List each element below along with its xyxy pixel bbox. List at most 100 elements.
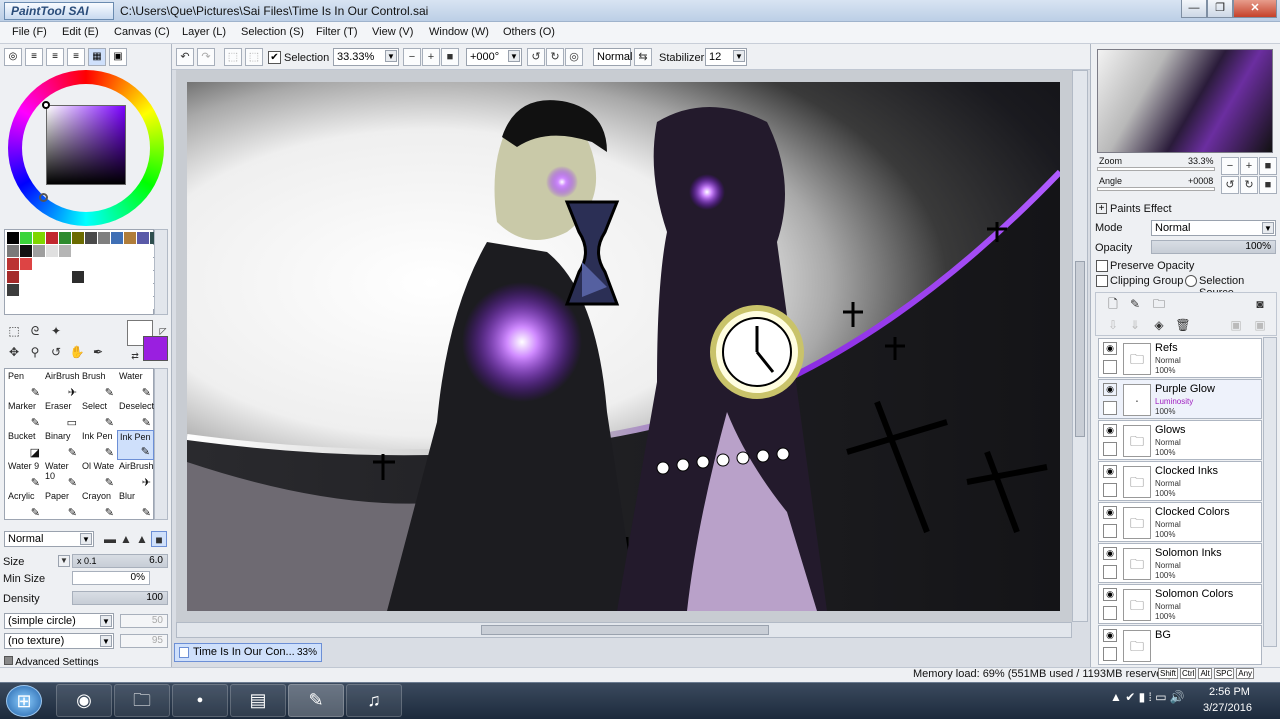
vertical-scroll-thumb[interactable] bbox=[1075, 261, 1085, 437]
new-layer-icon[interactable]: 🗋 bbox=[1105, 296, 1121, 312]
layer-lock-checkbox[interactable] bbox=[1103, 360, 1117, 374]
brush-slot[interactable]: AirBrush ✈ bbox=[117, 460, 154, 490]
apply-mask-icon[interactable]: ▣ bbox=[1228, 317, 1244, 333]
color-swatch[interactable] bbox=[124, 284, 136, 296]
color-swatch[interactable] bbox=[72, 284, 84, 296]
layer-opacity-slider[interactable]: 100% bbox=[1151, 240, 1276, 254]
brush-slot[interactable]: Eraser ▭ bbox=[43, 400, 80, 430]
color-swatch[interactable] bbox=[137, 271, 149, 283]
color-swatch[interactable] bbox=[7, 271, 19, 283]
eye-icon[interactable]: ◉ bbox=[1103, 629, 1117, 642]
joinme-taskbar-icon[interactable]: ● bbox=[172, 684, 228, 717]
brush-slot[interactable]: Acrylic ✎ bbox=[6, 490, 43, 520]
nav-rotate-reset-icon[interactable]: ■ bbox=[1259, 176, 1277, 194]
color-swatch[interactable] bbox=[72, 271, 84, 283]
zoom-dropdown[interactable]: 33.33% ▼ bbox=[333, 48, 399, 66]
new-linework-layer-icon[interactable]: ✎ bbox=[1127, 296, 1143, 312]
color-swatch[interactable] bbox=[124, 297, 136, 309]
brush-slot[interactable]: Water 9 ✎ bbox=[6, 460, 43, 490]
eyedropper-icon[interactable]: ✒ bbox=[90, 344, 106, 360]
eye-icon[interactable]: ◉ bbox=[1103, 547, 1117, 560]
color-swatch[interactable] bbox=[124, 232, 136, 244]
layer-lock-checkbox[interactable] bbox=[1103, 647, 1117, 661]
menu-canvas[interactable]: Canvas (C) bbox=[114, 26, 170, 38]
color-swatch[interactable] bbox=[111, 297, 123, 309]
color-swatch[interactable] bbox=[20, 232, 32, 244]
layer-item[interactable]: ◉ 🗀 Clocked Inks Normal 100% bbox=[1098, 461, 1262, 501]
color-swatch[interactable] bbox=[137, 258, 149, 270]
rgb-slider-tab-icon[interactable]: ≡ bbox=[25, 48, 43, 66]
texture-strength-slider[interactable]: 95 bbox=[120, 634, 168, 648]
nav-rotate-left-icon[interactable]: ↺ bbox=[1221, 176, 1239, 194]
start-button[interactable]: ⊞ bbox=[6, 685, 42, 717]
brush-shape-square-icon[interactable]: ■ bbox=[151, 531, 167, 547]
color-swatch[interactable] bbox=[72, 258, 84, 270]
rotate-right-icon[interactable]: ↻ bbox=[546, 48, 564, 66]
color-swatch[interactable] bbox=[124, 258, 136, 270]
magic-wand-icon[interactable]: ✦ bbox=[48, 323, 64, 339]
scratchpad-tab-icon[interactable]: ▣ bbox=[109, 48, 127, 66]
brush-shape-flat-icon[interactable]: ▬ bbox=[102, 531, 118, 547]
saturation-value-square[interactable] bbox=[46, 105, 126, 185]
transparent-color-icon[interactable]: ◸ bbox=[155, 323, 171, 339]
color-swatch[interactable] bbox=[20, 297, 32, 309]
color-swatch[interactable] bbox=[46, 258, 58, 270]
merge-down-icon[interactable]: ⇓ bbox=[1127, 317, 1143, 333]
nav-zoom-in-icon[interactable]: + bbox=[1240, 157, 1258, 175]
color-swatch[interactable] bbox=[46, 271, 58, 283]
layer-item[interactable]: ◉ 🗀 Solomon Inks Normal 100% bbox=[1098, 543, 1262, 583]
color-swatch[interactable] bbox=[20, 271, 32, 283]
swatch-scrollbar[interactable] bbox=[154, 229, 168, 315]
brush-shape-bell-icon[interactable]: ▲ bbox=[134, 531, 150, 547]
tray-icons[interactable]: ▲ ✔ ▮ ⁞ ▭ 🔊 bbox=[1110, 690, 1185, 704]
rotate-icon[interactable]: ↺ bbox=[48, 344, 64, 360]
layer-item[interactable]: ◉ 🗀 Solomon Colors Normal 100% bbox=[1098, 584, 1262, 624]
eye-icon[interactable]: ◉ bbox=[1103, 588, 1117, 601]
swatch-tab-icon[interactable]: ▦ bbox=[88, 48, 106, 66]
undo-icon[interactable]: ↶ bbox=[176, 48, 194, 66]
color-swatch[interactable] bbox=[20, 284, 32, 296]
color-swatch[interactable] bbox=[59, 284, 71, 296]
color-swatch[interactable] bbox=[98, 297, 110, 309]
selection-checkbox[interactable]: ✔ bbox=[268, 51, 281, 64]
color-swatch[interactable] bbox=[85, 258, 97, 270]
brush-slot[interactable]: Water ✎ bbox=[117, 370, 154, 400]
navigator-preview[interactable] bbox=[1097, 49, 1273, 153]
mixer-tab-icon[interactable]: ≡ bbox=[67, 48, 85, 66]
color-swatch[interactable] bbox=[137, 232, 149, 244]
nav-angle-slider[interactable] bbox=[1097, 187, 1215, 191]
layer-item[interactable]: ◉ 🗀 Glows Normal 100% bbox=[1098, 420, 1262, 460]
color-swatch[interactable] bbox=[98, 245, 110, 257]
brush-slot[interactable]: Ol Wate ✎ bbox=[80, 460, 117, 490]
eye-icon[interactable]: ◉ bbox=[1103, 506, 1117, 519]
itunes-taskbar-icon[interactable]: ♫ bbox=[346, 684, 402, 717]
zoom-out-icon[interactable]: − bbox=[403, 48, 421, 66]
layer-item[interactable]: ◉ 🗀 Refs Normal 100% bbox=[1098, 338, 1262, 378]
color-swatch[interactable] bbox=[98, 271, 110, 283]
color-swatch[interactable] bbox=[46, 284, 58, 296]
color-wheel-tab-icon[interactable]: ◎ bbox=[4, 48, 22, 66]
menu-edit[interactable]: Edit (E) bbox=[62, 26, 99, 38]
color-swatch[interactable] bbox=[7, 297, 19, 309]
color-swatch[interactable] bbox=[124, 245, 136, 257]
texture-dropdown[interactable]: (no texture) ▼ bbox=[4, 633, 114, 649]
size-slider[interactable]: x 0.1 6.0 bbox=[72, 554, 168, 568]
menu-selection[interactable]: Selection (S) bbox=[241, 26, 304, 38]
zoom-icon[interactable]: ⚲ bbox=[27, 344, 43, 360]
document-tab[interactable]: Time Is In Our Con... 33% bbox=[174, 643, 322, 662]
layer-lock-checkbox[interactable] bbox=[1103, 442, 1117, 456]
menu-view[interactable]: View (V) bbox=[372, 26, 413, 38]
brush-slot[interactable]: Marker ✎ bbox=[6, 400, 43, 430]
color-swatch[interactable] bbox=[111, 284, 123, 296]
rotation-dropdown[interactable]: +000° ▼ bbox=[466, 48, 522, 66]
brush-slot[interactable]: Bucket ◪ bbox=[6, 430, 43, 460]
brush-slot[interactable]: AirBrush ✈ bbox=[43, 370, 80, 400]
color-swatch[interactable] bbox=[46, 297, 58, 309]
color-swatch[interactable] bbox=[59, 232, 71, 244]
color-swatch[interactable] bbox=[85, 271, 97, 283]
color-swatch[interactable] bbox=[111, 232, 123, 244]
color-swatch[interactable] bbox=[137, 284, 149, 296]
redo-icon[interactable]: ↷ bbox=[197, 48, 215, 66]
horizontal-scroll-thumb[interactable] bbox=[481, 625, 769, 635]
color-swatch[interactable] bbox=[59, 271, 71, 283]
